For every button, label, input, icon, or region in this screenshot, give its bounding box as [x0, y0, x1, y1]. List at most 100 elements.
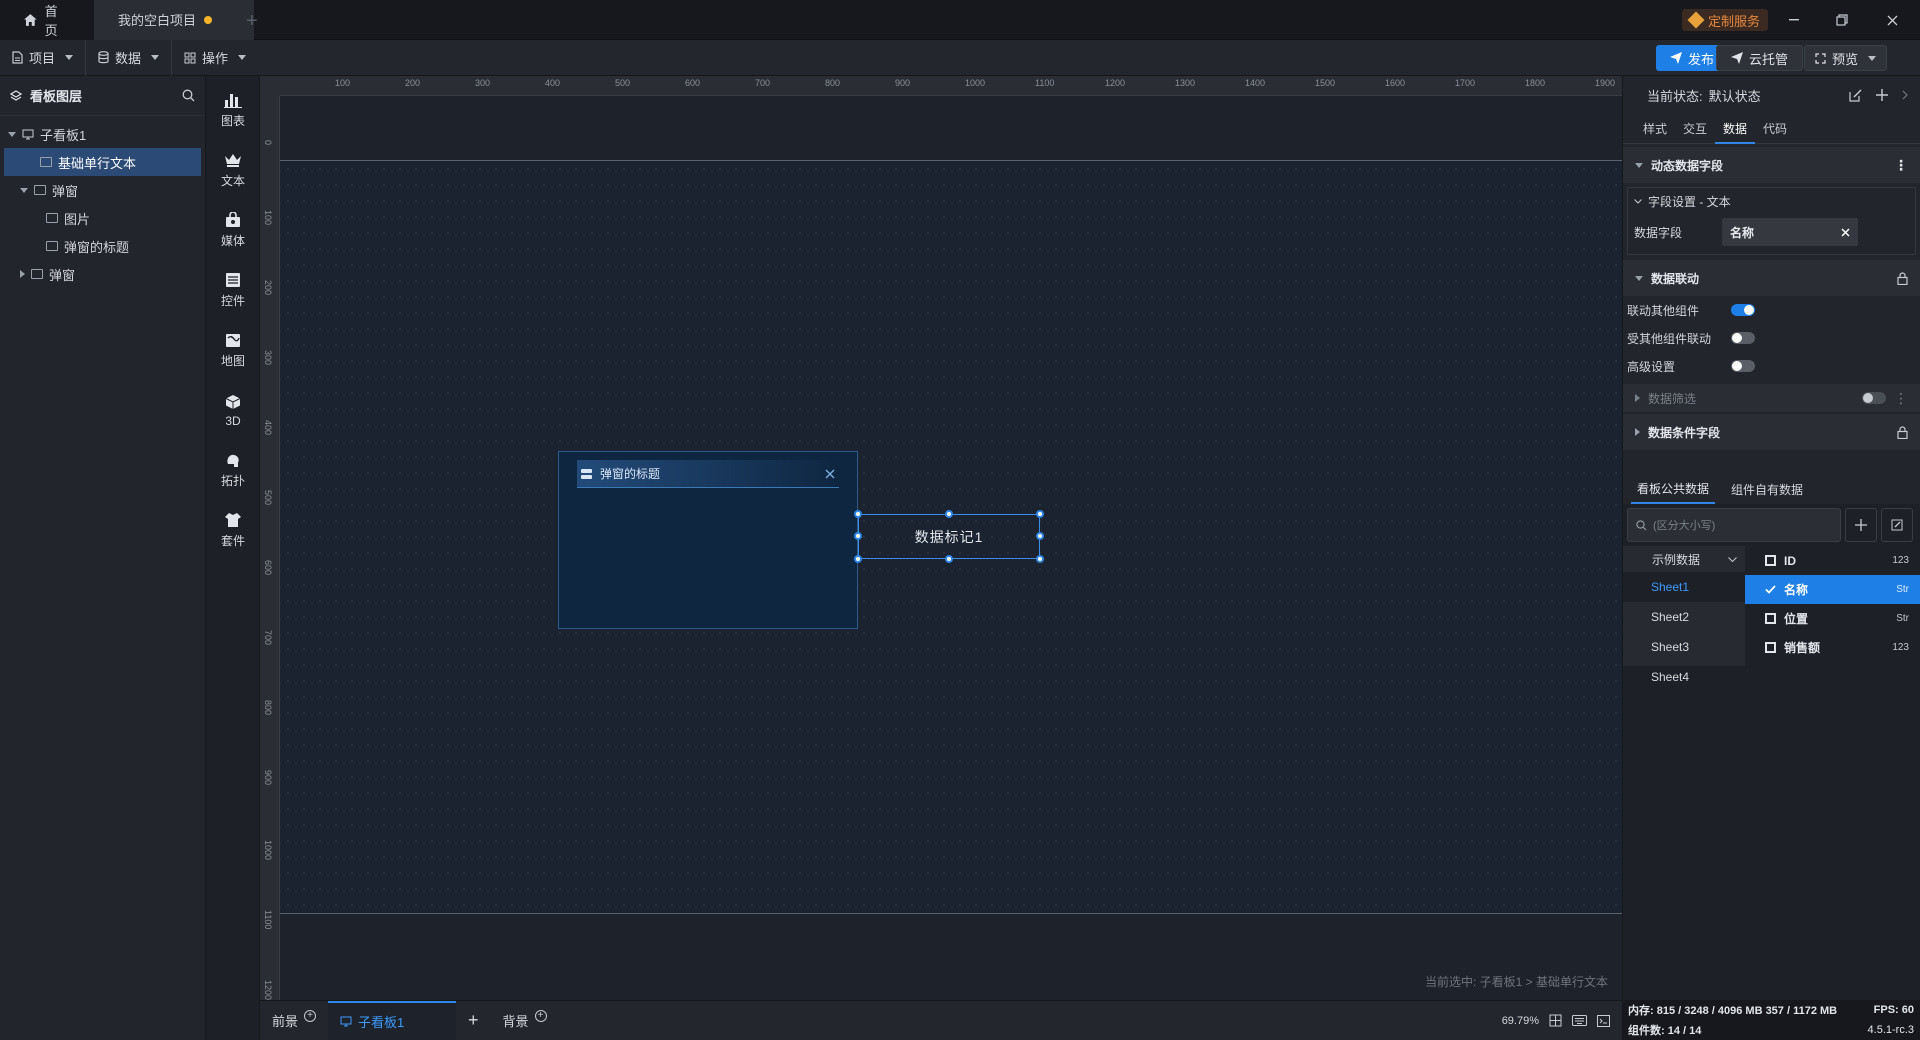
section-data-linkage[interactable]: 数据联动	[1623, 260, 1920, 296]
chevron-down-icon	[1868, 55, 1877, 61]
sheet-item-1[interactable]: Sheet1	[1623, 572, 1745, 602]
dataset-select[interactable]: 示例数据	[1623, 546, 1745, 572]
lock-icon[interactable]	[1897, 271, 1908, 285]
horizontal-ruler[interactable]: 100 200 300 400 500 600 700 800 900 1000 1100 1200 1…	[280, 76, 1622, 96]
sheet-item-3[interactable]: Sheet3	[1623, 632, 1745, 662]
component-label: 媒体	[220, 234, 245, 248]
add-circle-icon[interactable]: +	[534, 1009, 547, 1022]
menu-operate[interactable]: 操作	[172, 40, 258, 76]
checkbox-icon[interactable]	[1765, 613, 1776, 624]
data-filter-toggle[interactable]	[1862, 392, 1886, 404]
clear-icon[interactable]	[1841, 227, 1850, 237]
custom-service-button[interactable]: 定制服务	[1682, 9, 1769, 31]
cloud-host-button[interactable]: 云托管	[1716, 45, 1804, 71]
canvas[interactable]: 100 200 300 400 500 600 700 800 900 1000 1100 1200 1…	[260, 76, 1622, 1000]
data-search-input[interactable]: (区分大小写)	[1627, 508, 1841, 542]
field-setting-header[interactable]: 字段设置 - 文本	[1628, 188, 1915, 214]
chevron-right-icon[interactable]	[1902, 90, 1908, 100]
layer-item-popup-title[interactable]: 弹窗的标题	[0, 232, 205, 260]
component-3d[interactable]: 3D	[206, 380, 260, 440]
component-text[interactable]: 文本	[206, 140, 260, 200]
expand-icon[interactable]	[20, 187, 28, 193]
lock-icon[interactable]	[1897, 425, 1908, 439]
minimize-button[interactable]	[1780, 9, 1808, 31]
resize-handle[interactable]	[1036, 555, 1044, 563]
zoom-level[interactable]: 69.79%	[1502, 1015, 1539, 1027]
resize-handle[interactable]	[854, 555, 862, 563]
restore-button[interactable]	[1828, 9, 1856, 31]
layer-item-image[interactable]: 图片	[0, 204, 205, 232]
layer-item-popup[interactable]: 弹窗	[0, 176, 205, 204]
state-value[interactable]: 默认状态	[1709, 86, 1761, 105]
tab-project[interactable]: 我的空白项目	[94, 0, 254, 40]
tab-home[interactable]: 首页	[0, 0, 94, 40]
add-circle-icon[interactable]: +	[304, 1009, 317, 1022]
data-field-select[interactable]: 名称	[1722, 218, 1858, 246]
tab-code[interactable]: 代码	[1755, 120, 1795, 137]
component-media[interactable]: 媒体	[206, 200, 260, 260]
field-item-location[interactable]: 位置 Str	[1745, 604, 1920, 633]
component-kit[interactable]: 套件	[206, 500, 260, 560]
sheet-item-4[interactable]: Sheet4	[1623, 662, 1745, 692]
layer-item-popup-2[interactable]: 弹窗	[0, 260, 205, 288]
vertical-ruler[interactable]: 0 100 200 300 400 500 600 700 800 900 1000 1100 1200	[260, 96, 280, 1000]
popup-widget[interactable]: 弹窗的标题	[558, 451, 858, 629]
ruler-tick-label: 1100	[1035, 78, 1055, 88]
add-icon[interactable]	[1876, 89, 1888, 101]
tab-sub-board[interactable]: 子看板1	[328, 1000, 457, 1040]
resize-handle[interactable]	[945, 555, 953, 563]
expand-icon[interactable]	[8, 131, 16, 137]
checkbox-icon[interactable]	[1765, 555, 1776, 566]
resize-handle[interactable]	[1036, 510, 1044, 518]
layer-item-text[interactable]: 基础单行文本	[4, 148, 201, 176]
section-dynamic-fields[interactable]: 动态数据字段 ⋮	[1623, 147, 1920, 183]
field-item-sales[interactable]: 销售额 123	[1745, 633, 1920, 662]
component-topology[interactable]: 拓扑	[206, 440, 260, 500]
component-control[interactable]: 控件	[206, 260, 260, 320]
component-map[interactable]: 地图	[206, 320, 260, 380]
menu-project[interactable]: 项目	[0, 39, 87, 76]
resize-handle[interactable]	[854, 510, 862, 518]
add-dataset-button[interactable]	[1845, 508, 1877, 542]
more-vertical-icon[interactable]: ⋮	[1894, 390, 1908, 407]
component-chart[interactable]: 图表	[206, 80, 260, 140]
field-item-name[interactable]: 名称 Str	[1745, 575, 1920, 604]
linked-by-other-toggle[interactable]	[1731, 332, 1755, 344]
tab-component-own-data[interactable]: 组件自有数据	[1731, 481, 1803, 498]
edit-dataset-button[interactable]	[1881, 508, 1913, 542]
terminal-icon[interactable]	[1597, 1014, 1610, 1027]
close-window-button[interactable]	[1878, 9, 1906, 31]
close-icon[interactable]	[825, 469, 835, 479]
resize-handle[interactable]	[854, 532, 862, 540]
menu-data[interactable]: 数据	[86, 39, 173, 76]
fit-screen-icon[interactable]	[1549, 1014, 1562, 1027]
collapse-icon[interactable]	[20, 270, 25, 278]
tab-board-public-data[interactable]: 看板公共数据	[1631, 474, 1716, 504]
resize-handle[interactable]	[1036, 532, 1044, 540]
search-icon[interactable]	[182, 89, 195, 102]
preview-button[interactable]: 预览	[1804, 45, 1888, 71]
checkbox-icon[interactable]	[1765, 642, 1776, 653]
section-condition-fields[interactable]: 数据条件字段	[1623, 414, 1920, 450]
section-data-filter[interactable]: 数据筛选 ⋮	[1623, 384, 1920, 412]
component-label: 控件	[220, 294, 245, 308]
tab-interaction[interactable]: 交互	[1675, 120, 1715, 137]
edit-icon[interactable]	[1849, 89, 1862, 102]
tab-background[interactable]: 背景 +	[491, 1001, 559, 1040]
link-other-toggle[interactable]	[1731, 304, 1755, 316]
tab-data[interactable]: 数据	[1715, 114, 1756, 144]
data-source-tabs: 看板公共数据 组件自有数据	[1623, 474, 1920, 504]
resize-handle[interactable]	[945, 510, 953, 518]
new-tab-button[interactable]: +	[246, 10, 258, 33]
layer-item-sub-board[interactable]: 子看板1	[0, 120, 205, 148]
more-vertical-icon[interactable]: ⋮	[1894, 157, 1908, 174]
sheet-item-2[interactable]: Sheet2	[1623, 602, 1745, 632]
add-board-button[interactable]: +	[456, 1001, 491, 1040]
text-widget-selected[interactable]: 数据标记1	[854, 510, 1044, 563]
advanced-toggle[interactable]	[1731, 360, 1755, 372]
tab-style[interactable]: 样式	[1635, 120, 1675, 137]
check-icon[interactable]	[1765, 585, 1776, 594]
field-item-id[interactable]: ID 123	[1745, 546, 1920, 575]
keyboard-icon[interactable]	[1572, 1015, 1587, 1026]
tab-foreground[interactable]: 前景 +	[260, 1001, 328, 1040]
